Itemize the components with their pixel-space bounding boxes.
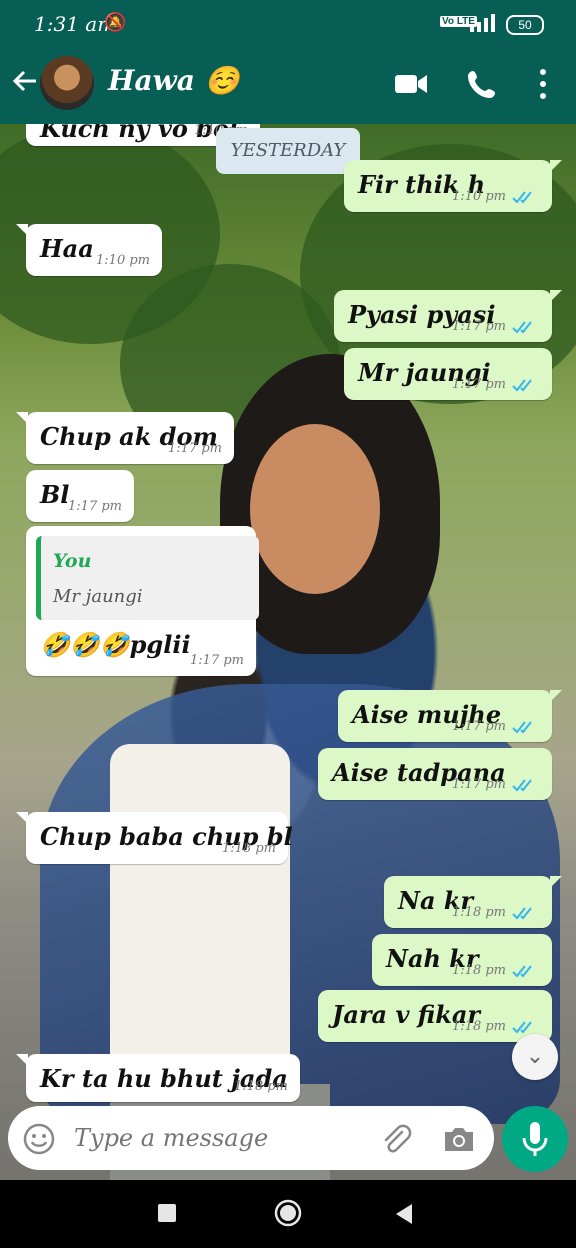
message-time: 1:17 pm <box>452 377 506 392</box>
message-outgoing[interactable]: Pyasi pyasi 1:17 pm <box>334 290 562 342</box>
message-text: Bl <box>40 480 70 509</box>
read-ticks-icon <box>512 379 532 392</box>
scroll-to-bottom-button[interactable]: ⌄ <box>512 1034 558 1080</box>
system-nav-bar <box>0 1180 576 1248</box>
attach-icon[interactable] <box>378 1122 412 1156</box>
home-icon[interactable] <box>274 1199 302 1227</box>
message-time: 1:17 pm <box>68 499 122 514</box>
message-time: 1:18 pm <box>452 1019 506 1034</box>
emoji-icon[interactable] <box>22 1122 56 1156</box>
message-outgoing[interactable]: Aise tadpana 1:17 pm <box>318 748 552 800</box>
avatar[interactable] <box>40 56 94 110</box>
status-bar: 1:31 am 🔕 Vo LTE 50 <box>0 0 576 44</box>
message-incoming[interactable]: Kr ta hu bhut jada 1:18 pm <box>16 1054 300 1102</box>
read-ticks-icon <box>512 721 532 734</box>
message-text: Haa <box>40 234 94 263</box>
camera-icon[interactable] <box>442 1124 476 1154</box>
message-outgoing[interactable]: Nah kr 1:18 pm <box>372 934 552 986</box>
message-time: 1:10 pm <box>96 253 150 268</box>
battery-icon: 50 <box>506 15 544 35</box>
message-outgoing[interactable]: Na kr 1:18 pm <box>384 876 562 928</box>
message-input[interactable] <box>72 1120 376 1156</box>
message-outgoing[interactable]: Fir thik h 1:10 pm <box>344 160 562 212</box>
mic-icon <box>522 1122 548 1156</box>
message-incoming[interactable]: Chup baba chup bl 1:18 pm <box>16 812 293 864</box>
wallpaper-person <box>110 744 290 1084</box>
chat-area[interactable]: Kuch ny vo bol 1:10 pm YESTERDAY Fir thi… <box>0 124 576 1180</box>
wallpaper-person <box>250 424 380 594</box>
read-ticks-icon <box>512 321 532 334</box>
more-options-icon[interactable] <box>536 66 550 102</box>
quoted-message[interactable]: You Mr jaungi <box>36 536 259 620</box>
message-incoming[interactable]: Haa 1:10 pm <box>16 224 162 276</box>
message-outgoing[interactable]: Jara v fikar 1:18 pm <box>318 990 552 1042</box>
message-incoming[interactable]: Chup ak dom 1:17 pm <box>16 412 234 464</box>
recents-icon[interactable] <box>158 1204 176 1222</box>
message-time: 1:17 pm <box>452 319 506 334</box>
nav-back-icon[interactable] <box>396 1204 412 1224</box>
contact-name[interactable]: Hawa ☺️ <box>108 64 239 97</box>
read-ticks-icon <box>512 191 532 204</box>
message-composer <box>8 1106 494 1170</box>
message-time: 1:17 pm <box>168 441 222 456</box>
message-time: 1:18 pm <box>452 963 506 978</box>
mic-button[interactable] <box>502 1106 568 1172</box>
message-time: 1:17 pm <box>452 777 506 792</box>
read-ticks-icon <box>512 779 532 792</box>
read-ticks-icon <box>512 1021 532 1034</box>
message-time: 1:17 pm <box>190 653 244 668</box>
message-outgoing[interactable]: Mr jaungi 1:17 pm <box>344 348 552 400</box>
quoted-author: You <box>53 550 92 572</box>
message-text: 🤣🤣🤣pglii <box>40 630 191 659</box>
read-ticks-icon <box>512 965 532 978</box>
message-time: 1:18 pm <box>452 905 506 920</box>
message-time: 1:17 pm <box>452 719 506 734</box>
message-time: 1:10 pm <box>452 189 506 204</box>
double-chevron-down-icon: ⌄ <box>525 1044 545 1069</box>
quoted-text: Mr jaungi <box>53 586 143 607</box>
message-outgoing[interactable]: Aise mujhe 1:17 pm <box>338 690 562 742</box>
read-ticks-icon <box>512 907 532 920</box>
date-chip: YESTERDAY <box>216 128 360 174</box>
back-arrow-icon[interactable] <box>10 66 40 96</box>
message-time: 1:18 pm <box>222 841 276 856</box>
phone-call-icon[interactable] <box>466 68 498 100</box>
chat-header: Hawa ☺️ <box>0 44 576 124</box>
video-call-icon[interactable] <box>394 72 428 96</box>
message-time: 1:18 pm <box>234 1079 288 1094</box>
message-incoming-reply[interactable]: You Mr jaungi 🤣🤣🤣pglii 1:17 pm <box>26 526 259 676</box>
message-incoming[interactable]: Bl 1:17 pm <box>26 470 134 522</box>
mute-icon: 🔕 <box>104 12 127 33</box>
signal-icon <box>470 14 495 32</box>
